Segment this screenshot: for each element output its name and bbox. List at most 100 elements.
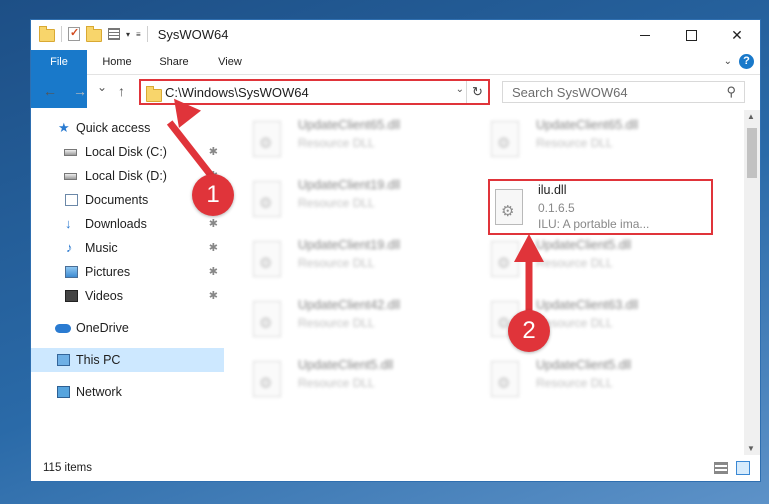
file-item[interactable]: UpdateClient42.dll Resource DLL <box>228 290 448 348</box>
file-name: ilu.dll <box>538 183 567 197</box>
file-description: Resource DLL <box>536 256 613 270</box>
forward-arrow-icon[interactable]: → <box>73 83 87 99</box>
pin-icon[interactable]: ✱ <box>209 284 218 308</box>
separator <box>146 26 148 42</box>
minimize-button[interactable] <box>622 20 668 50</box>
explorer-window: ▾ ≡ SysWOW64 ✕ File Home Share View ⌄ ? … <box>30 19 761 482</box>
file-description: Resource DLL <box>298 196 375 210</box>
tab-share[interactable]: Share <box>149 50 199 74</box>
file-item[interactable]: UpdateClient63.dll Resource DLL <box>466 290 686 348</box>
file-description: Resource DLL <box>298 316 375 330</box>
step-badge-1: 1 <box>192 174 234 216</box>
file-item[interactable]: UpdateClient5.dll Resource DLL <box>466 350 686 408</box>
file-item[interactable]: UpdateClient65.dll Resource DLL <box>466 110 686 168</box>
file-name: UpdateClient5.dll <box>298 358 394 372</box>
sidebar-item-label: Downloads <box>85 217 147 231</box>
scrollbar-thumb[interactable] <box>747 128 757 178</box>
new-folder-icon[interactable] <box>86 25 102 42</box>
sidebar-item-music[interactable]: ♪ Music ✱ <box>31 236 224 260</box>
sidebar-item-label: Quick access <box>76 121 151 135</box>
dll-file-icon <box>253 121 281 157</box>
file-item[interactable]: UpdateClient5.dll Resource DLL <box>466 230 686 288</box>
scroll-down-icon[interactable]: ▼ <box>747 444 755 453</box>
up-arrow-icon[interactable]: ↑ <box>118 83 125 99</box>
annotation-arrowhead-2 <box>514 234 544 262</box>
network-icon <box>57 386 70 398</box>
pin-icon[interactable]: ✱ <box>209 260 218 284</box>
tab-home[interactable]: Home <box>93 50 141 74</box>
customize-icon[interactable] <box>108 28 120 40</box>
chevron-down-icon[interactable]: ⌄ <box>456 84 464 95</box>
details-view-icon[interactable] <box>714 462 728 474</box>
large-icons-view-icon[interactable] <box>736 461 750 475</box>
title-bar: ▾ ≡ SysWOW64 ✕ <box>31 20 760 50</box>
file-name: UpdateClient5.dll <box>536 238 632 252</box>
file-description: Resource DLL <box>536 376 613 390</box>
maximize-button[interactable] <box>668 20 714 50</box>
pictures-icon <box>65 266 78 278</box>
file-item[interactable]: UpdateClient19.dll Resource DLL <box>228 170 448 228</box>
window-controls: ✕ <box>622 20 760 50</box>
sidebar-item-label: Local Disk (C:) <box>85 145 167 159</box>
video-icon <box>65 290 78 302</box>
file-name: UpdateClient65.dll <box>536 118 639 132</box>
ribbon-expand-icon[interactable]: ⌄ <box>724 56 732 67</box>
sidebar-item-downloads[interactable]: ↓ Downloads ✱ <box>31 212 224 236</box>
search-input[interactable]: Search SysWOW64 ⚲ <box>502 81 745 103</box>
status-bar: 115 items <box>31 457 760 481</box>
sidebar-item-label: Local Disk (D:) <box>85 169 167 183</box>
file-item[interactable]: UpdateClient5.dll Resource DLL <box>228 350 448 408</box>
file-name: UpdateClient5.dll <box>536 358 632 372</box>
drive-icon <box>64 149 77 156</box>
pin-icon[interactable]: ✱ <box>209 140 218 164</box>
file-item[interactable]: UpdateClient19.dll Resource DLL <box>228 230 448 288</box>
sidebar-item-pictures[interactable]: Pictures ✱ <box>31 260 224 284</box>
sidebar-item-onedrive[interactable]: OneDrive <box>31 316 224 340</box>
close-button[interactable]: ✕ <box>714 20 760 50</box>
file-name: UpdateClient19.dll <box>298 178 401 192</box>
cloud-icon <box>55 324 71 333</box>
properties-check-icon[interactable] <box>68 26 80 41</box>
chevron-down-icon[interactable]: ▾ <box>126 30 130 39</box>
dll-file-icon <box>491 361 519 397</box>
dll-file-icon <box>491 121 519 157</box>
sidebar-item-label: OneDrive <box>76 321 129 335</box>
item-count: 115 items <box>43 462 93 474</box>
sidebar-item-videos[interactable]: Videos ✱ <box>31 284 224 308</box>
sidebar-item-this-pc[interactable]: This PC <box>31 348 224 372</box>
sidebar-item-network[interactable]: Network <box>31 380 224 404</box>
sidebar-item-label: Videos <box>85 289 123 303</box>
file-name: UpdateClient65.dll <box>298 118 401 132</box>
tab-view[interactable]: View <box>207 50 253 74</box>
file-list: UpdateClient65.dll Resource DLL UpdateCl… <box>228 110 742 455</box>
scroll-up-icon[interactable]: ▲ <box>747 112 755 121</box>
search-icon[interactable]: ⚲ <box>726 84 736 100</box>
sidebar-item-quick-access[interactable]: ★ Quick access <box>31 116 224 140</box>
documents-icon <box>65 194 78 206</box>
file-name: UpdateClient19.dll <box>298 238 401 252</box>
file-description: Resource DLL <box>536 136 613 150</box>
file-item[interactable]: UpdateClient65.dll Resource DLL <box>228 110 448 168</box>
dll-file-icon <box>253 361 281 397</box>
pin-icon[interactable]: ✱ <box>209 236 218 260</box>
close-icon: ✕ <box>731 26 743 43</box>
file-name: UpdateClient42.dll <box>298 298 401 312</box>
dll-file-icon <box>495 189 523 225</box>
file-name: UpdateClient63.dll <box>536 298 639 312</box>
sidebar-item-label: Network <box>76 385 122 399</box>
window-title: SysWOW64 <box>157 26 229 42</box>
sidebar-item-label: This PC <box>76 353 121 367</box>
file-description: Resource DLL <box>298 136 375 150</box>
minimize-icon <box>640 34 650 36</box>
recent-locations-icon[interactable]: ⌄ <box>97 80 107 94</box>
file-item-ilu-dll[interactable]: ilu.dll 0.1.6.5 ILU: A portable ima... <box>488 179 713 235</box>
qat-dropdown-icon[interactable]: ≡ <box>136 30 141 39</box>
sidebar-item-label: Documents <box>85 193 149 207</box>
help-icon[interactable]: ? <box>739 54 754 69</box>
folder-icon <box>39 25 55 42</box>
sidebar-item-label: Pictures <box>85 265 131 279</box>
computer-icon <box>57 354 70 366</box>
vertical-scrollbar[interactable]: ▲ ▼ <box>744 110 760 455</box>
refresh-icon[interactable]: ↻ <box>466 81 488 103</box>
back-arrow-icon[interactable]: ← <box>43 83 57 99</box>
